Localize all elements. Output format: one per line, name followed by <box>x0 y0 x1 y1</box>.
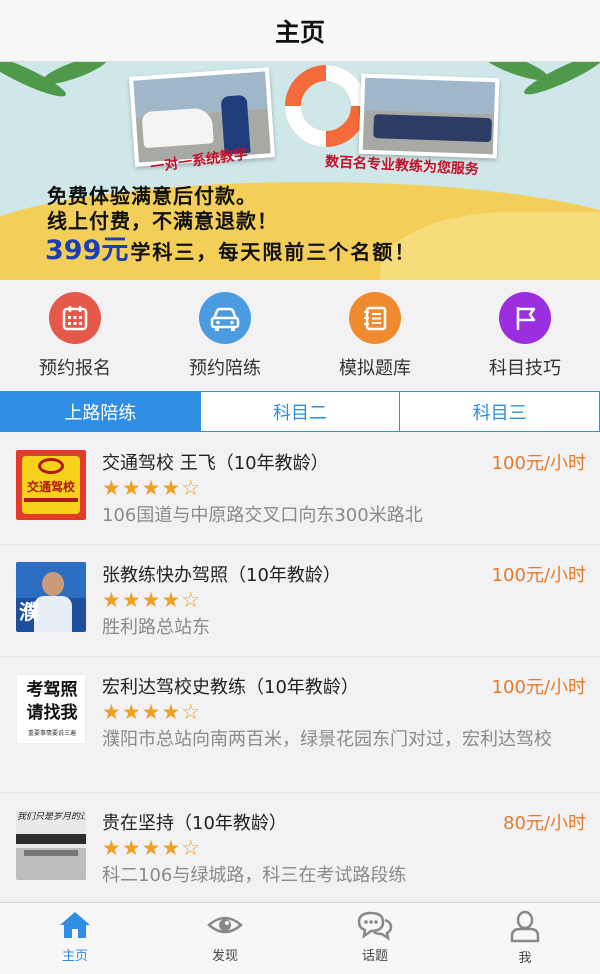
banner-photo-coaches <box>358 73 500 159</box>
calendar-icon <box>49 292 101 344</box>
coach-name: 宏利达驾校史教练（10年教龄） <box>102 677 359 698</box>
chat-icon <box>357 911 393 941</box>
tabbar-label: 话题 <box>361 949 388 964</box>
tabbar-item-topics[interactable]: 话题 <box>300 903 450 974</box>
coach-avatar-text: 濮 <box>19 600 39 624</box>
coach-address: 科二106与绿城路，科三在考试路段练 <box>102 865 407 886</box>
quick-action-practice[interactable]: 预约陪练 <box>150 280 300 388</box>
coach-price: 80元/小时 <box>503 813 586 834</box>
quick-action-label: 预约陪练 <box>189 358 261 379</box>
list-item[interactable]: 考驾照请找我 重要事情要说三遍 宏利达驾校史教练（10年教龄） 100元/小时 … <box>0 657 600 792</box>
coach-price: 100元/小时 <box>491 565 586 586</box>
quick-action-question-bank[interactable]: 模拟题库 <box>300 280 450 388</box>
coach-address: 濮阳市总站向南两百米，绿景花园东门对过，宏利达驾校 <box>102 729 552 750</box>
rating-stars: ★★★★☆ <box>102 588 202 612</box>
coach-avatar: 考驾照请找我 重要事情要说三遍 <box>16 674 86 744</box>
list-item[interactable]: 濮 张教练快办驾照（10年教龄） 100元/小时 ★★★★☆ 胜利路总站东 <box>0 545 600 656</box>
tabbar-label: 主页 <box>61 949 88 964</box>
quick-action-label: 科目技巧 <box>489 358 561 379</box>
quick-action-booking[interactable]: 预约报名 <box>0 280 150 388</box>
quick-action-label: 模拟题库 <box>339 358 411 379</box>
page-title: 主页 <box>274 17 325 47</box>
banner-offer-text: 学科三，每天限前三个名额！ <box>130 240 417 264</box>
coach-avatar-text: 考驾照请找我 <box>26 680 78 723</box>
coach-avatar: 我们只是岁月的过客 <box>16 810 86 880</box>
tab-subject-two[interactable]: 科目二 <box>199 392 400 431</box>
coach-avatar-text: 我们只是岁月的过客 <box>17 812 85 822</box>
list-item[interactable]: 我们只是岁月的过客 贵在坚持（10年教龄） 80元/小时 ★★★★☆ 科二106… <box>0 793 600 901</box>
quick-action-label: 预约报名 <box>39 358 111 379</box>
coach-avatar: 濮 <box>16 562 86 632</box>
tabbar-label: 发现 <box>211 949 238 964</box>
home-icon <box>60 912 90 938</box>
promo-banner[interactable]: 一对一系统教学 数百名专业教练为您服务 免费体验满意后付款。 线上付费，不满意退… <box>0 62 600 280</box>
eye-icon <box>207 916 243 934</box>
tab-subject-three[interactable]: 科目三 <box>399 392 599 431</box>
banner-line-3: 399元 学科三，每天限前三个名额！ <box>45 228 416 267</box>
nav-bar: 主页 <box>0 0 600 62</box>
coach-name: 张教练快办驾照（10年教龄） <box>102 565 341 586</box>
coach-avatar: 交通驾校 <box>16 450 86 520</box>
coach-name: 贵在坚持（10年教龄） <box>102 813 287 834</box>
coach-price: 100元/小时 <box>491 453 586 474</box>
flag-icon <box>499 292 551 344</box>
coach-address: 胜利路总站东 <box>102 617 210 638</box>
coach-avatar-subtext: 重要事情要说三遍 <box>27 730 76 737</box>
coach-avatar-text: 交通驾校 <box>26 480 75 494</box>
tabbar-item-home[interactable]: 主页 <box>0 903 150 974</box>
coach-address: 106国道与中原路交叉口向东300米路北 <box>102 505 423 526</box>
car-icon <box>199 292 251 344</box>
tabbar-item-discover[interactable]: 发现 <box>150 903 300 974</box>
tab-road-practice[interactable]: 上路陪练 <box>1 392 200 431</box>
rating-stars: ★★★★☆ <box>102 700 202 724</box>
user-icon <box>510 910 540 943</box>
quick-action-tips[interactable]: 科目技巧 <box>450 280 600 388</box>
segment-tabs: 上路陪练 科目二 科目三 <box>0 391 600 432</box>
banner-price: 399元 <box>45 235 129 266</box>
quick-actions: 预约报名 预约陪练 模拟题库 科目技巧 <box>0 280 600 388</box>
list-item[interactable]: 交通驾校 交通驾校 王飞（10年教龄） 100元/小时 ★★★★☆ 106国道与… <box>0 432 600 544</box>
rating-stars: ★★★★☆ <box>102 476 202 500</box>
bottom-tab-bar: 主页 发现 话题 我 <box>0 902 600 974</box>
tabbar-item-me[interactable]: 我 <box>450 903 600 974</box>
coach-name: 交通驾校 王飞（10年教龄） <box>102 453 329 474</box>
notebook-icon <box>349 292 401 344</box>
rating-stars: ★★★★☆ <box>102 836 202 860</box>
coach-price: 100元/小时 <box>491 677 586 698</box>
tabbar-label: 我 <box>518 951 532 966</box>
